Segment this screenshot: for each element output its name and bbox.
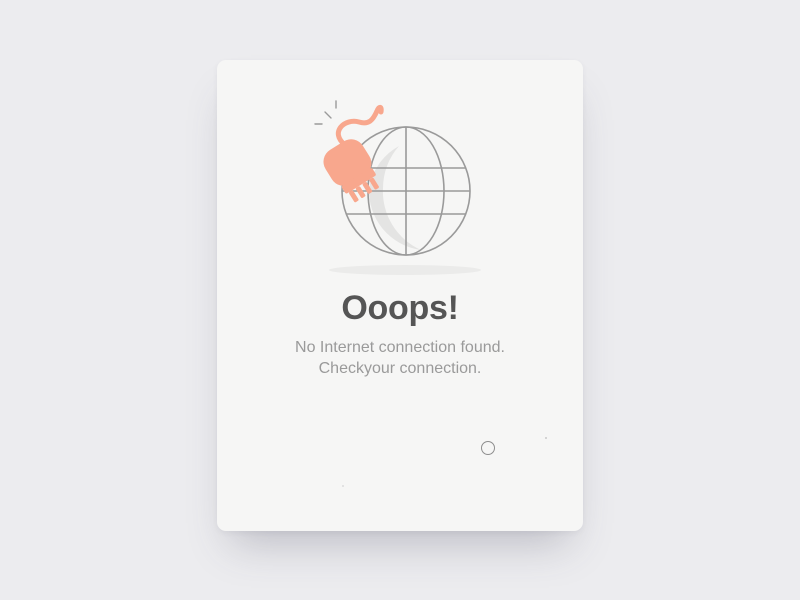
no-connection-illustration — [307, 98, 487, 283]
illustration-shadow — [329, 265, 481, 275]
page-background: Ooops! No Internet connection found. Che… — [0, 0, 800, 600]
dialog-message: No Internet connection found. Checkyour … — [217, 337, 583, 379]
message-line-1: No Internet connection found. — [295, 339, 505, 356]
spark-lines-icon — [314, 100, 337, 125]
no-connection-dialog: Ooops! No Internet connection found. Che… — [217, 60, 583, 531]
dialog-title: Ooops! — [341, 289, 459, 327]
retry-loading-indicator[interactable] — [481, 441, 495, 455]
message-line-2: Checkyour connection. — [318, 360, 482, 377]
decorative-dot — [342, 485, 344, 487]
decorative-dot — [545, 437, 547, 439]
